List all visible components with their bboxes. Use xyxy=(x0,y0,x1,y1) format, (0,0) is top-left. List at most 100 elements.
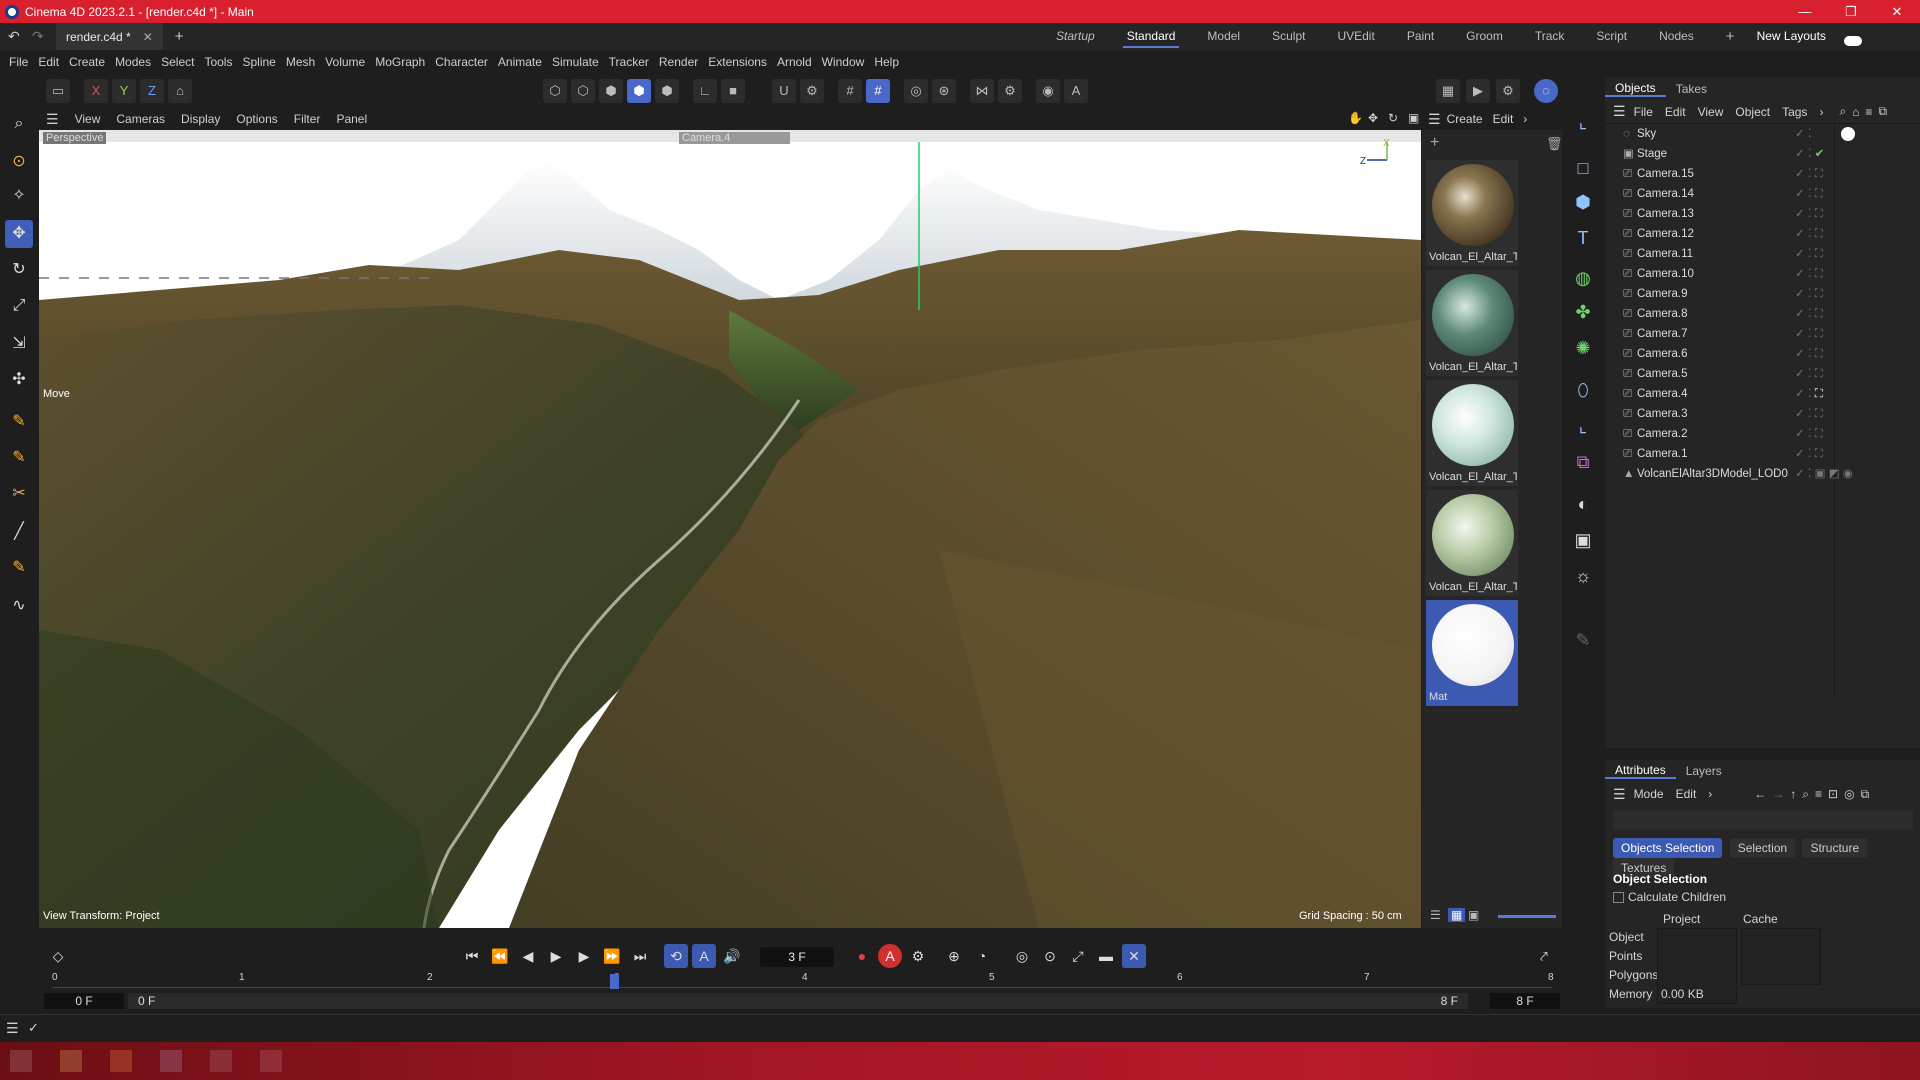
taskbar-app-icon[interactable] xyxy=(110,1050,132,1072)
layout-tab-startup[interactable]: Startup xyxy=(1056,23,1095,50)
grid-view-icon[interactable]: ▦ xyxy=(1448,908,1466,922)
move-view-icon[interactable]: ✥ xyxy=(1368,111,1378,125)
viewport-menu-panel[interactable]: Panel xyxy=(336,112,367,126)
subtab-structure[interactable]: Structure xyxy=(1802,838,1868,858)
tab-takes[interactable]: Takes xyxy=(1666,82,1717,96)
keyframe-icon[interactable]: ◇ xyxy=(46,944,70,968)
close-tab-icon[interactable]: ✕ xyxy=(143,30,153,44)
tab-layers[interactable]: Layers xyxy=(1676,764,1732,778)
sound-icon[interactable]: 🔊 xyxy=(720,944,744,968)
menu-spline[interactable]: Spline xyxy=(242,55,275,69)
layout-tab-script[interactable]: Script xyxy=(1596,23,1627,50)
visibility-dots[interactable]: ✓ ⁚ ⛶ xyxy=(1795,244,1823,264)
layout-tab-sculpt[interactable]: Sculpt xyxy=(1272,23,1305,50)
objects-menu-object[interactable]: Object xyxy=(1735,105,1770,119)
preview-size-slider[interactable] xyxy=(1498,915,1556,918)
menu-mesh[interactable]: Mesh xyxy=(286,55,315,69)
environment-icon[interactable]: ◐ xyxy=(1569,490,1597,518)
object-row-camera[interactable]: ⎚ Camera.8 ✓ ⁚ ⛶ xyxy=(1623,304,1913,324)
render-view-icon[interactable]: ▦ xyxy=(1436,79,1460,103)
maximize-view-icon[interactable]: ▣ xyxy=(1408,111,1419,125)
attributes-new-window-icon[interactable]: ⧉ xyxy=(1861,787,1870,802)
material-menu-edit[interactable]: Edit xyxy=(1493,112,1514,126)
visibility-dots[interactable]: ✓ ⁚ xyxy=(1795,124,1812,144)
subtab-objects-selection[interactable]: Objects Selection xyxy=(1613,838,1723,858)
uv-mode-icon[interactable]: ⬢ xyxy=(655,79,679,103)
camera-create-icon[interactable]: ▣ xyxy=(1569,526,1597,554)
timeline-ruler[interactable]: 0 1 2 3 4 5 6 7 8 xyxy=(52,972,1554,989)
new-layouts-label[interactable]: New Layouts xyxy=(1757,23,1826,50)
visibility-dots[interactable]: ✓ ⁚ ⛶ xyxy=(1795,164,1823,184)
visibility-dots[interactable]: ✓ ⁚ ⛶ xyxy=(1795,264,1823,284)
attributes-menu-icon[interactable]: ☰ xyxy=(1613,786,1626,803)
layout-toggle[interactable] xyxy=(1843,36,1862,46)
objects-menu-icon[interactable]: ☰ xyxy=(1613,103,1626,120)
attributes-search-icon[interactable]: ⌕ xyxy=(1802,787,1809,802)
motion-icon[interactable]: ▬ xyxy=(1094,944,1118,968)
objects-menu-edit[interactable]: Edit xyxy=(1665,105,1686,119)
layout-tab-groom[interactable]: Groom xyxy=(1466,23,1503,50)
key-position-icon[interactable]: ⊕ xyxy=(942,944,966,968)
taskbar-app-icon[interactable] xyxy=(60,1050,82,1072)
3d-viewport[interactable]: Perspective Camera.4 Z X Move View Trans… xyxy=(39,130,1421,928)
menu-modes[interactable]: Modes xyxy=(115,55,151,69)
visibility-dots[interactable]: ✓ ⁚ ⛶ xyxy=(1795,444,1823,464)
deformer-icon[interactable]: ⬯ xyxy=(1569,376,1597,404)
layout-tab-uvedit[interactable]: UVEdit xyxy=(1337,23,1374,50)
visibility-dots[interactable]: ✓ ⁚ ⛶ xyxy=(1795,224,1823,244)
objects-menu-more-icon[interactable]: › xyxy=(1819,105,1823,119)
delete-material-icon[interactable]: 🗑 xyxy=(1546,136,1563,152)
tab-objects[interactable]: Objects xyxy=(1605,81,1666,97)
key-rotation-icon[interactable]: ◔ xyxy=(970,944,994,968)
object-row-stage[interactable]: ▣ Stage ✓ ⁚ ✔ xyxy=(1623,144,1913,164)
add-material-icon[interactable]: + xyxy=(1430,134,1439,152)
status-menu-icon[interactable]: ☰ xyxy=(6,1020,19,1037)
grid-snap-icon[interactable]: # xyxy=(866,79,890,103)
object-row-camera[interactable]: ⎚ Camera.7 ✓ ⁚ ⛶ xyxy=(1623,324,1913,344)
transform-tool-icon[interactable]: ⇲ xyxy=(5,330,33,358)
null-object-icon[interactable]: ⌞ xyxy=(1569,108,1597,136)
taskbar-app-icon[interactable] xyxy=(210,1050,232,1072)
symmetry-icon[interactable]: ⋈ xyxy=(970,79,994,103)
rotate-tool-icon[interactable]: ↻ xyxy=(5,256,33,284)
layout-tab-paint[interactable]: Paint xyxy=(1407,23,1434,50)
menu-create[interactable]: Create xyxy=(69,55,105,69)
objects-menu-tags[interactable]: Tags xyxy=(1782,105,1807,119)
spline-sketch-icon[interactable]: ✎ xyxy=(5,444,33,472)
timeline-tools-icon[interactable]: ✕ xyxy=(1122,944,1146,968)
menu-character[interactable]: Character xyxy=(435,55,488,69)
attributes-filter-icon[interactable]: ≡ xyxy=(1815,787,1822,801)
preview-range-bar[interactable]: 0 F 8 F xyxy=(128,993,1468,1009)
spline-pen-icon[interactable]: ✎ xyxy=(5,408,33,436)
coordinate-system-icon[interactable]: ⌂ xyxy=(168,79,192,103)
object-row-camera[interactable]: ⎚ Camera.6 ✓ ⁚ ⛶ xyxy=(1623,344,1913,364)
object-row-camera-active[interactable]: ⎚ Camera.4 ✓ ⁚ ⛶ xyxy=(1623,384,1913,404)
visibility-dots[interactable]: ✓ ⁚ ⛶ xyxy=(1795,204,1823,224)
redo-icon[interactable]: ↷ xyxy=(32,28,44,45)
menu-file[interactable]: File xyxy=(9,55,28,69)
material-item[interactable]: Volcan_El_Altar_Te xyxy=(1426,270,1518,376)
menu-arnold[interactable]: Arnold xyxy=(777,55,812,69)
up-arrow-icon[interactable]: ↑ xyxy=(1790,787,1796,801)
forward-arrow-icon[interactable]: → xyxy=(1772,787,1784,801)
placement-tool-icon[interactable]: ✣ xyxy=(5,366,33,394)
attributes-menu-edit[interactable]: Edit xyxy=(1676,787,1697,801)
move-tool-icon[interactable]: ✥ xyxy=(5,220,33,248)
axis-mode-icon[interactable]: ∟ xyxy=(693,79,717,103)
visibility-dots[interactable]: ✓ ⁚ ⛶ xyxy=(1795,404,1823,424)
layout-tab-standard[interactable]: Standard xyxy=(1122,23,1180,50)
effector-icon[interactable]: ✺ xyxy=(1569,334,1597,362)
y-axis-button[interactable]: Y xyxy=(112,79,136,103)
menu-select[interactable]: Select xyxy=(161,55,194,69)
cloner-icon[interactable]: ✤ xyxy=(1569,298,1597,326)
object-row-camera[interactable]: ⎚ Camera.11 ✓ ⁚ ⛶ xyxy=(1623,244,1913,264)
auto-key-icon[interactable]: A xyxy=(1064,79,1088,103)
subdivision-icon[interactable]: ◍ xyxy=(1569,264,1597,292)
material-item[interactable]: Volcan_El_Altar_Te xyxy=(1426,490,1518,596)
visibility-dots[interactable]: ✓ ⁚ ⛶ xyxy=(1795,384,1823,404)
brush-icon[interactable]: ╱ xyxy=(5,518,33,546)
sketch-icon[interactable]: ✎ xyxy=(1569,626,1597,654)
keying-settings-icon[interactable]: ⚙ xyxy=(906,944,930,968)
cube-icon[interactable]: ⬢ xyxy=(1569,188,1597,216)
go-to-end-icon[interactable]: ⏭ xyxy=(628,944,652,968)
